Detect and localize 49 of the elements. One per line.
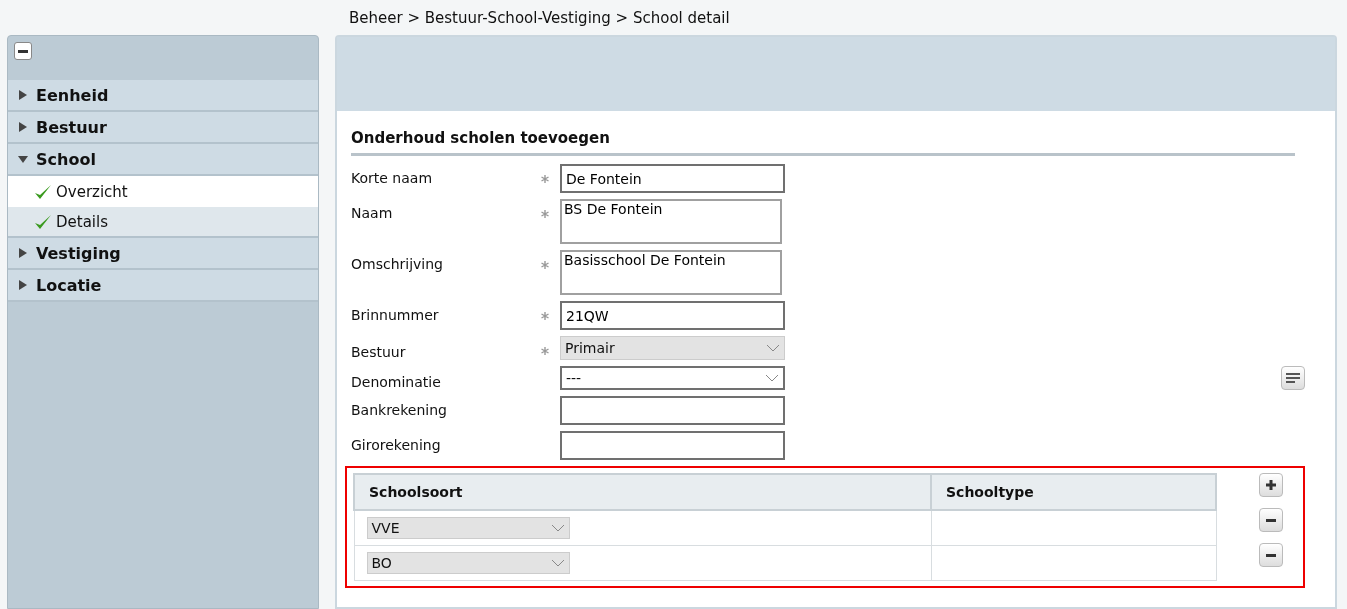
- remove-button[interactable]: [1259, 508, 1283, 532]
- checkmark-icon: [34, 183, 52, 200]
- lines-icon: [1286, 373, 1300, 383]
- column-header: Schoolsoort: [354, 474, 931, 510]
- field-label: Omschrijving: [351, 255, 444, 272]
- triangle-right-icon: [18, 90, 28, 100]
- column-header: Schooltype: [931, 474, 1216, 510]
- select-field[interactable]: ---: [560, 366, 785, 390]
- sidebar-item[interactable]: Details: [8, 207, 318, 238]
- field-label: Brinnummer: [351, 306, 440, 323]
- sidebar-item[interactable]: Overzicht: [8, 176, 318, 207]
- field-label: Bankrekening: [351, 401, 448, 418]
- chevron-down-icon: [550, 523, 565, 532]
- form-title: Onderhoud scholen toevoegen: [351, 129, 1295, 156]
- text-area[interactable]: BS De Fontein: [560, 199, 782, 244]
- field-label: Girorekening: [351, 436, 442, 453]
- triangle-right-icon: [18, 280, 28, 290]
- sidebar-section[interactable]: Locatie: [8, 270, 318, 302]
- remove-button[interactable]: [1259, 543, 1283, 567]
- field-label: Denominatie: [351, 373, 442, 390]
- plus-icon: [1266, 480, 1276, 490]
- field-label: Korte naam: [351, 169, 434, 186]
- select-field[interactable]: VVE: [366, 516, 570, 539]
- select-field[interactable]: BO: [366, 551, 570, 574]
- triangle-right-icon: [18, 248, 28, 258]
- chevron-down-icon: [550, 558, 565, 567]
- minus-icon: [1266, 553, 1276, 557]
- sidebar-section[interactable]: Vestiging: [8, 238, 318, 270]
- text-field[interactable]: [560, 396, 785, 425]
- minus-icon: [18, 49, 28, 53]
- sidebar-section[interactable]: Bestuur: [8, 112, 318, 144]
- collapse-button[interactable]: [14, 42, 32, 60]
- list-button[interactable]: [1281, 366, 1305, 390]
- triangle-right-icon: [18, 122, 28, 132]
- chevron-down-icon: [766, 344, 780, 352]
- chevron-down-icon: [765, 374, 779, 382]
- text-area[interactable]: Basisschool De Fontein: [560, 250, 782, 295]
- breadcrumb: Beheer > Bestuur-School-Vestiging > School detail: [348, 7, 731, 29]
- sidebar-section[interactable]: Eenheid: [8, 80, 318, 112]
- field-label: Naam: [351, 204, 394, 221]
- minus-icon: [1266, 518, 1276, 522]
- text-field[interactable]: De Fontein: [560, 164, 785, 193]
- checkmark-icon: [34, 213, 52, 230]
- field-label: Bestuur: [351, 343, 407, 360]
- add-button[interactable]: [1259, 473, 1283, 497]
- text-field[interactable]: 21QW: [560, 301, 785, 330]
- triangle-down-icon: [18, 154, 28, 164]
- sidebar-section[interactable]: School: [8, 144, 318, 176]
- text-field[interactable]: [560, 431, 785, 460]
